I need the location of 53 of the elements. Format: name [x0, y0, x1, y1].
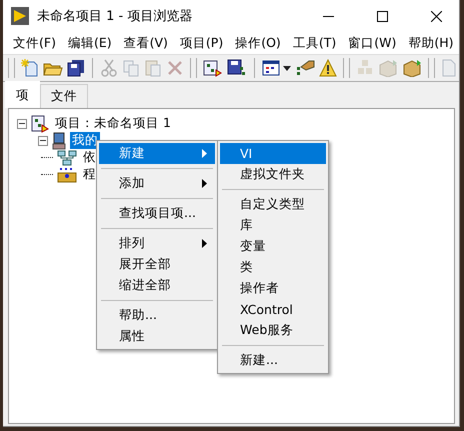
maximize-icon — [376, 10, 388, 22]
menu-item[interactable]: 库 — [220, 215, 326, 236]
toolbar-grip-handle[interactable] — [190, 58, 197, 78]
menu-item[interactable]: 操作者 — [220, 278, 326, 299]
menu-bar-item[interactable]: 项目(P) — [174, 34, 230, 52]
app-logo-icon — [11, 7, 29, 25]
tab[interactable]: 文件 — [40, 84, 88, 108]
tab[interactable]: 项 — [5, 81, 40, 108]
menu-item[interactable]: 变量 — [220, 236, 326, 257]
menu-item[interactable]: 虚拟文件夹 — [220, 164, 326, 185]
menu-item[interactable]: 新建... — [220, 350, 326, 371]
menu-bar-item[interactable]: 查看(V) — [118, 34, 174, 52]
window-icon[interactable] — [262, 59, 282, 77]
close-icon — [430, 10, 442, 22]
collapse-toggle-icon[interactable] — [17, 118, 27, 128]
menu-bar-item[interactable]: 编辑(E) — [62, 34, 118, 52]
menu-bar-item[interactable]: 窗口(W) — [342, 34, 402, 52]
menu-item[interactable]: 排列 — [99, 233, 215, 254]
project-icon[interactable] — [203, 59, 223, 77]
network-icon — [57, 150, 77, 166]
computer-icon — [52, 132, 66, 150]
tree-item[interactable]: 程 — [81, 166, 98, 183]
project-icon — [31, 114, 49, 132]
warning-icon[interactable] — [319, 59, 337, 77]
save-all-icon[interactable] — [67, 59, 85, 77]
tree-item[interactable]: 依 — [81, 149, 98, 166]
collapse-toggle-icon[interactable] — [38, 136, 48, 146]
menu-item[interactable]: 展开全部 — [99, 254, 215, 275]
menu-bar-item[interactable]: 操作(O) — [229, 34, 287, 52]
menu-bar-item[interactable]: 文件(F) — [7, 34, 62, 52]
menu-item[interactable]: 帮助... — [99, 305, 215, 326]
menu-item[interactable]: 新建 — [99, 143, 215, 164]
menu-item[interactable]: 类 — [220, 257, 326, 278]
menu-item[interactable]: 自定义类型 — [220, 194, 326, 215]
menu-item[interactable]: 查找项目项... — [99, 203, 215, 224]
menu-item[interactable]: 添加 — [99, 173, 215, 194]
menu-item[interactable]: VI — [220, 143, 326, 164]
tree-item[interactable]: 项目：未命名项目 1 — [53, 115, 173, 132]
hand-tool-icon[interactable] — [295, 59, 315, 77]
toolbar-grip-handle[interactable] — [428, 58, 435, 78]
menu-bar-item[interactable]: 帮助(H) — [402, 34, 460, 52]
box-icon — [57, 166, 77, 182]
window-title: 未命名项目 1 - 项目浏览器 — [37, 8, 194, 25]
menu-item[interactable]: XControl — [220, 299, 326, 320]
menu-bar-item[interactable]: 工具(T) — [286, 34, 342, 52]
toolbar-grip-handle[interactable] — [8, 58, 15, 78]
box-icon[interactable] — [402, 59, 422, 77]
toolbar-grip-handle[interactable] — [343, 58, 350, 78]
menu-item[interactable]: 属性 — [99, 326, 215, 347]
save-icon[interactable] — [227, 59, 247, 77]
new-file-icon[interactable] — [21, 59, 39, 77]
menu-item[interactable]: Web服务 — [220, 320, 326, 341]
menu-item[interactable]: 缩进全部 — [99, 275, 215, 296]
